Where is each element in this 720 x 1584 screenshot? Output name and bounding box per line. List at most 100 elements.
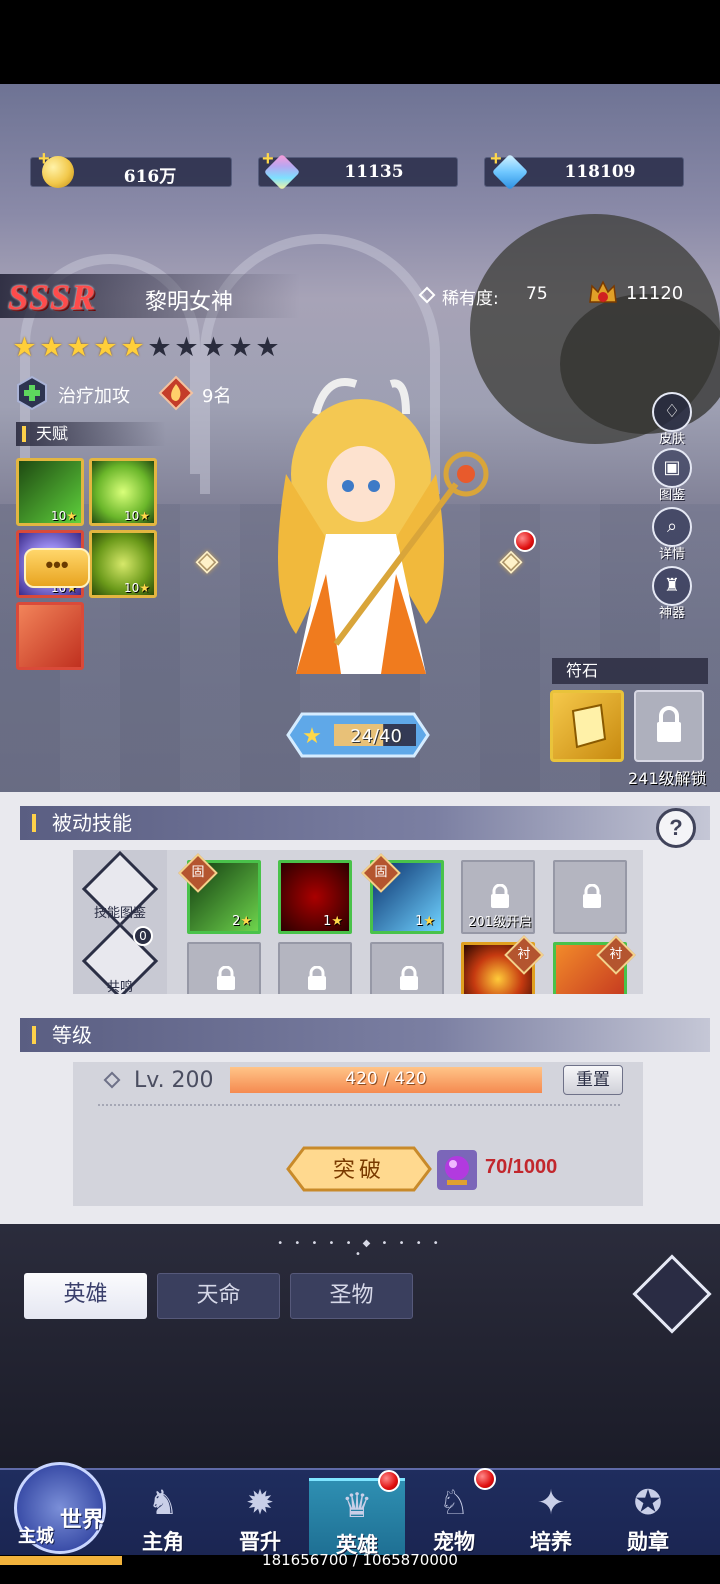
details-label: 详情	[658, 547, 685, 562]
passive-skill-slot[interactable]: 衬	[461, 935, 544, 994]
xp-bar: 420 / 420	[230, 1067, 542, 1093]
world-button[interactable]: 世界 主城	[6, 1440, 116, 1560]
passive-skill-grid: 技能图鉴 0 共鸣 固 2★ 1★ 固 1★ 201级开启 衬 衬	[73, 850, 643, 994]
rune-stone-icon	[571, 703, 607, 749]
star-empty-icon: ★	[174, 332, 199, 363]
passive-skill-slot-locked[interactable]: 201级开启	[461, 860, 535, 934]
gold-value: 616万	[123, 167, 177, 187]
tab-hero[interactable]: 英雄	[24, 1273, 147, 1319]
star-filled-icon: ★	[12, 332, 37, 363]
star-empty-icon: ★	[228, 332, 253, 363]
lock-icon	[657, 706, 681, 742]
skin-label: 皮肤	[658, 432, 685, 447]
skill-level: 1★	[415, 914, 435, 929]
passive-skill-slot-locked[interactable]	[278, 942, 352, 994]
passive-skill-slot-locked[interactable]	[370, 942, 444, 994]
fire-faction-icon	[158, 375, 194, 411]
lock-icon	[583, 884, 601, 908]
skill-level: 1★	[323, 914, 343, 929]
talent-level: 10★	[50, 509, 77, 523]
passive-skill-slot-locked[interactable]	[187, 942, 261, 994]
tab-destiny[interactable]: 天命	[157, 1273, 280, 1319]
talent-slot[interactable]: 10★	[89, 530, 157, 598]
talent-level: 10★	[123, 581, 150, 595]
rune-title: 符石	[566, 661, 599, 680]
unlock-level-label: 201级开启	[468, 915, 532, 930]
talent-slot[interactable]: 10★	[89, 458, 157, 526]
train-icon: ✦	[536, 1483, 566, 1523]
talent-slot[interactable]	[16, 602, 84, 670]
resonance-count: 0	[133, 926, 153, 946]
star-filled-icon: ★	[120, 332, 145, 363]
medal-icon: ✪	[633, 1483, 663, 1523]
power-value: 11120	[626, 283, 684, 304]
star-progress-text: 24/40	[350, 726, 402, 747]
star-empty-icon: ★	[255, 332, 280, 363]
skill-codex-label: 技能图鉴	[93, 906, 146, 921]
rune-unlock-label: 241级解锁	[628, 769, 707, 788]
notification-dot	[378, 1470, 400, 1492]
breakthrough-cost: 70/1000	[485, 1156, 558, 1178]
skin-button[interactable]: ♢ 皮肤	[650, 392, 694, 447]
lock-icon	[308, 966, 326, 990]
star-rating: ★ ★ ★ ★ ★ ★ ★ ★ ★ ★	[12, 332, 280, 363]
details-button[interactable]: ⌕ 详情	[650, 507, 694, 562]
xp-text: 420 / 420	[345, 1069, 427, 1089]
passive-skill-slot-locked[interactable]	[553, 860, 627, 934]
bonus-tag: 衬	[504, 935, 544, 975]
passive-skill-slot[interactable]: 衬	[553, 935, 636, 994]
add-gold-icon[interactable]: +	[38, 148, 50, 171]
level-title: 等级	[52, 1023, 92, 1047]
breakthrough-label: 突破	[332, 1158, 385, 1183]
prev-hero-arrow[interactable]: ◈	[190, 544, 224, 578]
talent-slot[interactable]: 10★	[16, 458, 84, 526]
header-bar-mark	[22, 426, 26, 442]
rune-slot-locked[interactable]	[634, 690, 704, 762]
lock-icon	[491, 884, 509, 908]
help-button[interactable]: ?	[656, 808, 696, 848]
tree	[560, 294, 720, 434]
rainbow-diamond-value: 11135	[344, 162, 404, 182]
world-label: 世界	[60, 1507, 105, 1533]
artifact-label: 神器	[658, 606, 685, 621]
codex-button[interactable]: ▣ 图鉴	[650, 448, 694, 503]
reset-button[interactable]: 重置	[563, 1065, 623, 1095]
hero-character[interactable]	[256, 374, 496, 684]
tab-relic[interactable]: 圣物	[290, 1273, 413, 1319]
faction-count: 9名	[202, 386, 232, 407]
header-bar-mark	[32, 1026, 36, 1044]
crown-power-icon	[589, 280, 617, 303]
chat-button[interactable]: •••	[24, 548, 90, 588]
level-header: 等级	[20, 1018, 710, 1052]
hero-type: 治疗加攻	[58, 386, 130, 407]
talent-level: 10★	[123, 509, 150, 523]
passive-skill-slot[interactable]: 固 1★	[361, 853, 444, 934]
passive-skill-slot[interactable]: 1★	[278, 860, 352, 934]
passive-skill-slot[interactable]: 固 2★	[178, 853, 261, 934]
hero-name: 黎明女神	[145, 290, 234, 315]
skin-icon: ♢	[652, 392, 692, 432]
rarity-badge: SSSR	[8, 277, 97, 317]
star-empty-icon: ★	[147, 332, 172, 363]
lock-icon	[217, 966, 235, 990]
status-bar	[0, 0, 720, 84]
fixed-tag: 固	[178, 853, 218, 893]
ornament-divider: • • • • • ◆ • • • • •	[277, 1238, 443, 1260]
rarity-value: 75	[526, 284, 548, 304]
rune-slot[interactable]	[550, 690, 624, 762]
lock-icon	[400, 966, 418, 990]
skill-level: 2★	[232, 914, 252, 929]
notification-dot	[514, 530, 536, 552]
main-city-label: 主城	[18, 1526, 54, 1547]
artifact-button[interactable]: ♜ 神器	[650, 566, 694, 621]
passive-skills-title: 被动技能	[52, 811, 132, 835]
svg-text:★: ★	[302, 724, 322, 749]
bonus-tag: 衬	[596, 935, 636, 975]
add-rainbow-diamond-icon[interactable]: +	[262, 148, 274, 171]
rarity-label: 稀有度:	[442, 289, 499, 309]
pet-icon: ♘	[438, 1483, 470, 1523]
dotted-divider	[98, 1104, 620, 1106]
notification-dot	[474, 1468, 496, 1490]
add-blue-diamond-icon[interactable]: +	[490, 148, 502, 171]
header-bar-mark	[32, 814, 36, 832]
